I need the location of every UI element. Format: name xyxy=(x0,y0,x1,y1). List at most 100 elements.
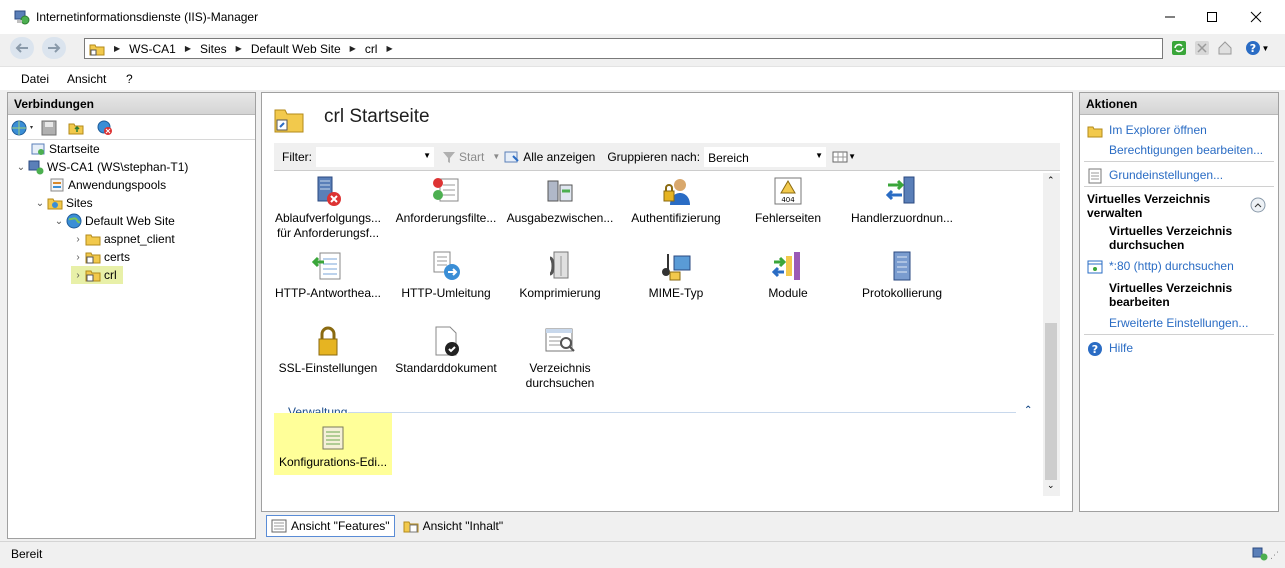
chevron-down-icon[interactable]: ⌄ xyxy=(33,198,47,209)
close-button[interactable] xyxy=(1233,0,1279,34)
up-folder-icon[interactable] xyxy=(67,120,85,136)
chevron-right-icon: ▶ xyxy=(235,44,242,53)
collapse-group-icon[interactable]: ⌃ xyxy=(1024,405,1032,416)
feature-failed-request-tracing[interactable]: Ablaufverfolgungs... für Anforderungsf..… xyxy=(270,175,386,241)
scroll-thumb[interactable] xyxy=(1045,323,1057,480)
feature-modules[interactable]: Module xyxy=(730,250,846,301)
breadcrumb-sites[interactable]: Sites xyxy=(200,42,227,56)
feature-default-document[interactable]: Standarddokument xyxy=(388,325,504,376)
output-cache-icon xyxy=(547,180,573,202)
status-text: Bereit xyxy=(11,547,43,561)
forward-button[interactable] xyxy=(42,37,66,59)
tree-item-server[interactable]: ⌄ WS-CA1 (WS\stephan-T1) xyxy=(14,158,188,176)
action-edit-permissions[interactable]: Berechtigungen bearbeiten... xyxy=(1109,143,1263,157)
breadcrumb-directory[interactable]: crl xyxy=(365,42,378,56)
chevron-down-icon: ▼ xyxy=(423,150,431,160)
stop-icon xyxy=(1195,41,1209,55)
feature-http-redirect[interactable]: HTTP-Umleitung xyxy=(388,250,504,301)
refresh-button[interactable] xyxy=(1169,38,1189,58)
menu-help[interactable]: ? xyxy=(126,72,133,86)
chevron-right-icon[interactable]: › xyxy=(71,252,85,263)
view-mode-button[interactable]: ▼ xyxy=(832,150,856,164)
feature-mime-types[interactable]: MIME-Typ xyxy=(618,250,734,301)
feature-ssl-settings[interactable]: SSL-Einstellungen xyxy=(270,325,386,376)
action-open-explorer[interactable]: Im Explorer öffnen xyxy=(1087,123,1207,138)
start-button[interactable]: Start xyxy=(442,150,484,164)
address-bar[interactable]: ▶ WS-CA1 ▶ Sites ▶ Default Web Site ▶ cr… xyxy=(84,38,1163,59)
scroll-up-icon[interactable]: ⌃ xyxy=(1047,175,1055,186)
actions-header: Aktionen xyxy=(1080,93,1278,115)
authentication-icon xyxy=(663,179,690,205)
feature-error-pages[interactable]: 404 Fehlerseiten xyxy=(730,175,846,226)
tree-item-crl[interactable]: › crl xyxy=(71,266,123,284)
menu-datei[interactable]: Datei xyxy=(21,72,49,86)
chevron-down-icon[interactable]: ⌄ xyxy=(52,216,66,227)
directory-browsing-icon xyxy=(545,328,575,352)
tab-features-view[interactable]: Ansicht "Features" xyxy=(266,515,395,537)
tree-item-certs[interactable]: › certs xyxy=(71,248,130,266)
compression-icon xyxy=(549,251,569,279)
group-by-select[interactable]: Bereich ▼ xyxy=(704,146,827,167)
action-advanced-settings[interactable]: Erweiterte Einstellungen... xyxy=(1109,316,1248,330)
menu-ansicht[interactable]: Ansicht xyxy=(67,72,106,86)
handler-mappings-icon xyxy=(886,176,915,204)
tree-item-app-pools[interactable]: Anwendungspools xyxy=(35,176,166,194)
menu-bar: Datei Ansicht ? xyxy=(0,66,1285,90)
chevron-down-icon[interactable]: ⌄ xyxy=(14,162,28,173)
connect-globe-icon[interactable] xyxy=(11,120,35,136)
group-by-label: Gruppieren nach: xyxy=(607,149,701,164)
stop-button[interactable] xyxy=(1192,38,1212,58)
chevron-right-icon[interactable]: › xyxy=(71,270,85,281)
tree-item-aspnet-client[interactable]: › aspnet_client xyxy=(71,230,174,248)
folder-shortcut-icon xyxy=(89,44,105,55)
resize-grip-icon[interactable]: ⋰ xyxy=(1270,550,1279,561)
help-menu-button[interactable]: ? ▼ xyxy=(1243,38,1271,58)
collapse-section-icon[interactable] xyxy=(1250,197,1266,213)
tree-item-startseite[interactable]: Startseite xyxy=(16,140,100,158)
feature-output-caching[interactable]: Ausgabezwischen... xyxy=(502,175,618,226)
feature-handler-mappings[interactable]: Handlerzuordnun... xyxy=(844,175,960,226)
feature-http-response-headers[interactable]: HTTP-Antworthea... xyxy=(270,250,386,301)
feature-compression[interactable]: Komprimierung xyxy=(502,250,618,301)
disconnect-icon[interactable] xyxy=(96,120,114,136)
action-basic-settings[interactable]: Grundeinstellungen... xyxy=(1088,168,1223,184)
scroll-down-icon[interactable]: ⌄ xyxy=(1047,480,1055,491)
tab-content-view[interactable]: Ansicht "Inhalt" xyxy=(399,515,508,537)
chevron-down-icon: ▼ xyxy=(848,152,856,161)
chevron-right-icon[interactable]: › xyxy=(71,234,85,245)
feature-configuration-editor[interactable]: Konfigurations-Edi... xyxy=(274,413,392,475)
save-icon[interactable] xyxy=(40,120,58,136)
minimize-button[interactable] xyxy=(1147,0,1193,34)
back-button[interactable] xyxy=(10,37,34,59)
feature-request-filtering[interactable]: Anforderungsfilte... xyxy=(388,175,504,226)
features-scrollbar[interactable]: ⌃ ⌄ xyxy=(1043,173,1060,496)
sites-folder-icon xyxy=(47,198,63,210)
navigation-bar: ▶ WS-CA1 ▶ Sites ▶ Default Web Site ▶ cr… xyxy=(0,34,1285,62)
connections-toolbar xyxy=(8,116,255,140)
chevron-down-icon: ▼ xyxy=(492,152,501,161)
help-icon: ? xyxy=(1088,342,1102,356)
feature-logging[interactable]: Protokollierung xyxy=(844,250,960,301)
section-edit-vdir: Virtuelles Verzeichnis bearbeiten xyxy=(1109,281,1233,309)
feature-directory-browsing[interactable]: Verzeichnis durchsuchen xyxy=(502,325,618,391)
feature-authentication[interactable]: Authentifizierung xyxy=(618,175,734,226)
chevron-right-icon: ▶ xyxy=(184,44,191,53)
show-all-button[interactable]: Alle anzeigen xyxy=(504,150,595,164)
action-browse-http[interactable]: *:80 (http) durchsuchen xyxy=(1087,259,1234,274)
action-help[interactable]: ? Hilfe xyxy=(1088,341,1133,356)
http-redirect-icon xyxy=(433,251,460,280)
tree-item-sites[interactable]: ⌄ Sites xyxy=(33,194,93,212)
filter-input[interactable]: ▼ xyxy=(316,146,434,167)
tree-item-default-web-site[interactable]: ⌄ Default Web Site xyxy=(52,212,175,230)
back-arrow-icon xyxy=(15,43,28,53)
filter-bar: Filter: ▼ Start ▼ Alle anzeigen Gruppier… xyxy=(274,143,1060,171)
home-button[interactable] xyxy=(1215,38,1235,58)
start-page-icon xyxy=(31,143,45,155)
minimize-icon xyxy=(1165,16,1175,18)
iis-app-icon xyxy=(14,10,30,25)
request-filter-icon xyxy=(433,178,459,202)
breadcrumb-server[interactable]: WS-CA1 xyxy=(129,42,176,56)
breadcrumb-site[interactable]: Default Web Site xyxy=(251,42,341,56)
trace-error-icon xyxy=(317,176,341,206)
maximize-button[interactable] xyxy=(1189,0,1235,34)
